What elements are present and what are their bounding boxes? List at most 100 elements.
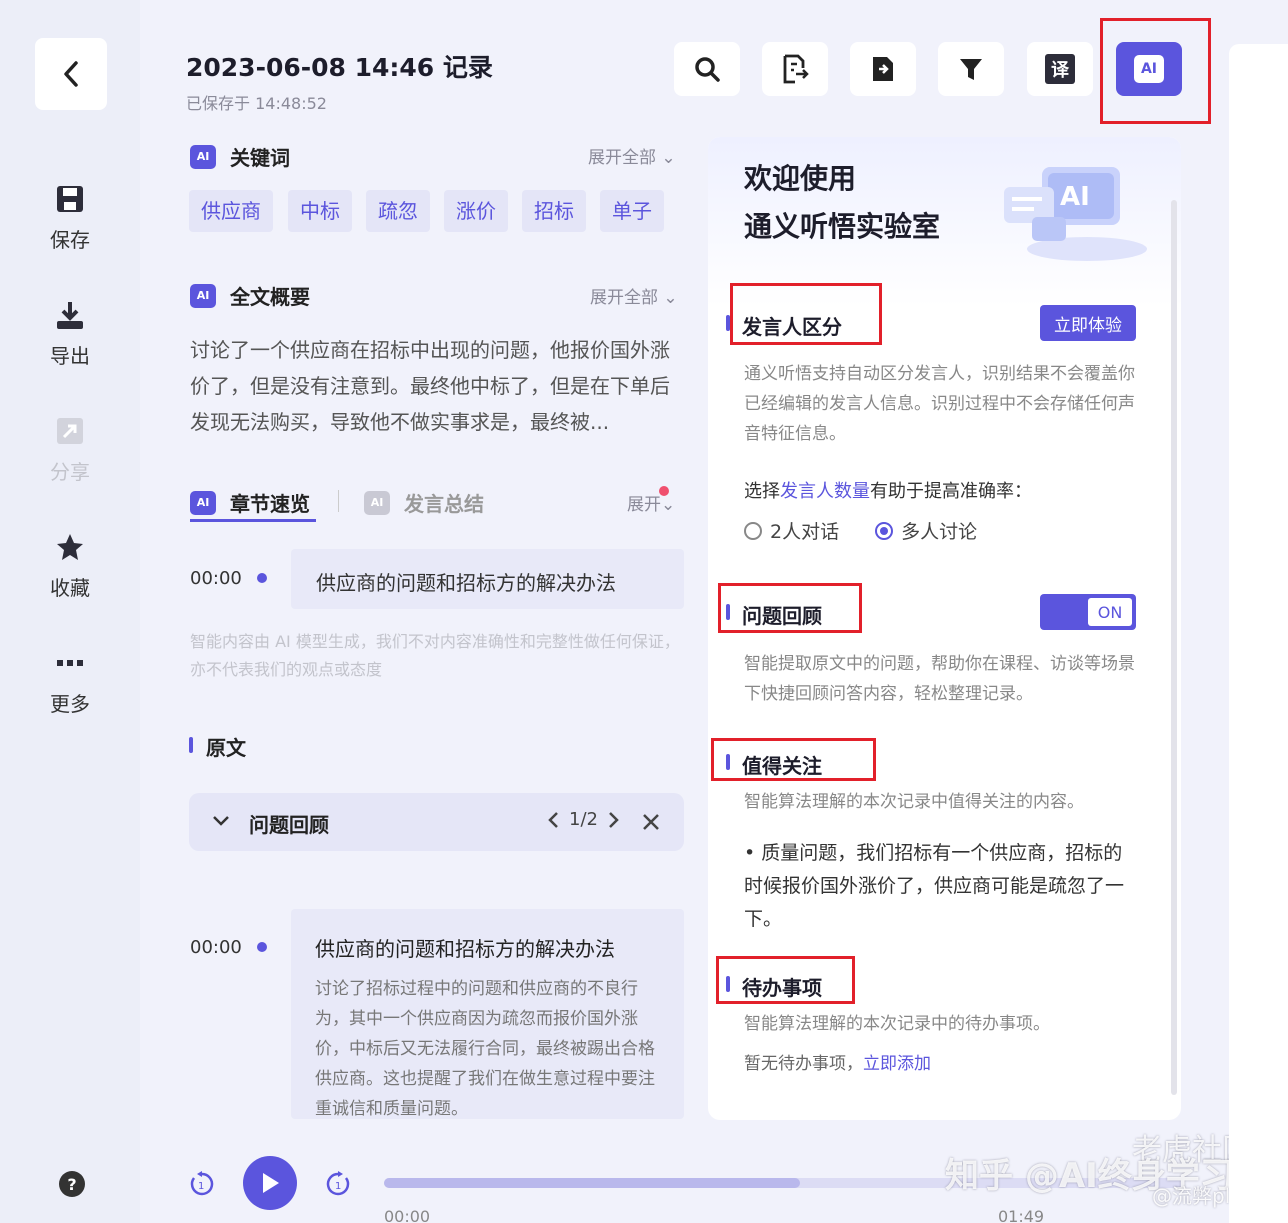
speaker-section-title: 发言人区分 <box>742 315 842 339</box>
ai-badge-icon: AI <box>190 283 216 308</box>
chapter-card[interactable]: 供应商的问题和招标方的解决办法 <box>291 549 684 609</box>
qa-review-bar: 问题回顾 1/2 <box>189 793 684 851</box>
favorite-button[interactable]: 收藏 <box>0 532 140 601</box>
sidebar: 保存 导出 分享 收藏 更多 ? <box>0 0 140 1223</box>
save-button[interactable]: 保存 <box>0 184 140 253</box>
time-end: 01:49 <box>998 1207 1045 1223</box>
notification-dot <box>659 486 669 496</box>
radio-two-person[interactable] <box>744 521 762 540</box>
save-icon <box>57 186 83 212</box>
more-button[interactable]: 更多 <box>0 648 140 717</box>
qa-section-title: 问题回顾 <box>742 604 822 628</box>
summary-expand-button[interactable]: 展开全部 ⌄ <box>590 283 678 308</box>
section-marker <box>726 754 730 770</box>
more-label: 更多 <box>50 692 90 716</box>
chevron-down-icon: ⌄ <box>661 148 676 168</box>
focus-section-title: 值得关注 <box>742 754 822 778</box>
chevron-right-icon[interactable] <box>608 811 620 829</box>
chevron-down-icon[interactable] <box>211 811 231 831</box>
svg-text:1: 1 <box>335 1181 341 1192</box>
active-tab-indicator <box>190 519 316 522</box>
transcript-title: 供应商的问题和招标方的解决办法 <box>315 937 615 961</box>
panel-scrollbar[interactable] <box>1171 200 1177 1095</box>
chevron-down-icon: ⌄ <box>663 288 678 308</box>
chapters-expand-label: 展开 <box>627 495 661 515</box>
ai-puzzle-icon: AI <box>1134 55 1164 83</box>
forward-icon[interactable]: 1 <box>324 1170 352 1198</box>
document-replace-icon <box>783 54 809 84</box>
keywords-expand-label: 展开全部 <box>588 148 656 168</box>
choose-prefix: 选择 <box>744 481 780 502</box>
todo-empty-text: 暂无待办事项， <box>744 1054 863 1074</box>
keyword-chip[interactable]: 中标 <box>288 190 352 232</box>
saved-status: 已保存于 14:48:52 <box>186 94 327 113</box>
todo-empty-line: 暂无待办事项，立即添加 <box>744 1049 931 1074</box>
keyword-chip[interactable]: 供应商 <box>189 190 273 232</box>
back-button[interactable] <box>35 38 107 110</box>
chapter-title: 供应商的问题和招标方的解决办法 <box>316 571 616 595</box>
share-button[interactable]: 分享 <box>0 416 140 485</box>
ai-lab-button[interactable]: AI <box>1116 42 1182 96</box>
chevron-left-icon <box>64 61 78 87</box>
focus-item[interactable]: • 质量问题，我们招标有一个供应商，招标的时候报价国外涨价了，供应商可能是疏忽了… <box>744 837 1124 936</box>
focus-desc: 智能算法理解的本次记录中值得关注的内容。 <box>744 792 1084 812</box>
choose-highlight: 发言人数量 <box>780 481 870 502</box>
keyword-chip[interactable]: 疏忽 <box>366 190 430 232</box>
search-button[interactable] <box>674 42 740 96</box>
filter-button[interactable] <box>938 42 1004 96</box>
more-icon <box>57 660 83 666</box>
summary-text: 讨论了一个供应商在招标中出现的问题，他报价国外涨价了，但是没有注意到。最终他中标… <box>190 338 670 434</box>
speaker-count-prompt: 选择发言人数量有助于提高准确率： <box>744 477 1032 503</box>
add-todo-link[interactable]: 立即添加 <box>863 1054 931 1074</box>
chapters-tab[interactable]: AI 章节速览 <box>190 488 310 517</box>
play-button[interactable] <box>243 1156 297 1210</box>
speaker-summary-tab-label: 发言总结 <box>404 492 484 516</box>
todo-desc: 智能算法理解的本次记录中的待办事项。 <box>744 1014 1050 1034</box>
qa-review-toggle[interactable]: ON <box>1040 594 1136 630</box>
section-marker <box>726 604 730 620</box>
svg-text:1: 1 <box>198 1181 204 1192</box>
export-button[interactable]: 导出 <box>0 300 140 369</box>
choose-suffix: 有助于提高准确率： <box>870 481 1032 502</box>
todo-section-title: 待办事项 <box>742 976 822 1000</box>
entry-time[interactable]: 00:00 <box>190 937 242 958</box>
translate-icon: 译 <box>1045 54 1075 84</box>
replace-button[interactable] <box>762 42 828 96</box>
download-icon <box>57 302 83 329</box>
qa-pager: 1/2 <box>547 809 620 830</box>
try-now-button[interactable]: 立即体验 <box>1040 305 1136 341</box>
chapter-time[interactable]: 00:00 <box>190 568 242 589</box>
option-two-label[interactable]: 2人对话 <box>770 517 839 544</box>
transcript-card[interactable]: 供应商的问题和招标方的解决办法 讨论了招标过程中的问题和供应商的不良行为，其中一… <box>291 909 684 1119</box>
keyword-chip[interactable]: 单子 <box>600 190 664 232</box>
keyword-chip[interactable]: 招标 <box>522 190 586 232</box>
ai-badge-icon: AI <box>364 490 390 515</box>
speaker-summary-tab[interactable]: AI 发言总结 <box>364 488 484 517</box>
time-start: 00:00 <box>384 1207 431 1223</box>
star-icon <box>57 534 83 560</box>
speaker-desc: 通义听悟支持自动区分发言人，识别结果不会覆盖你已经编辑的发言人信息。识别过程中不… <box>744 364 1135 444</box>
chapters-tab-label: 章节速览 <box>230 492 310 516</box>
export-doc-button[interactable] <box>850 42 916 96</box>
timeline-dot <box>257 573 267 583</box>
play-icon <box>263 1173 279 1193</box>
translate-button[interactable]: 译 <box>1027 42 1093 96</box>
radio-multi-person[interactable] <box>875 521 894 540</box>
hero-art-label: AI <box>1060 182 1090 212</box>
keyword-chip[interactable]: 涨价 <box>444 190 508 232</box>
toggle-knob: ON <box>1088 598 1132 626</box>
chevron-down-icon: ⌄ <box>661 495 676 515</box>
save-label: 保存 <box>50 228 90 252</box>
option-multi-label[interactable]: 多人讨论 <box>901 517 977 544</box>
rewind-icon[interactable]: 1 <box>188 1170 216 1198</box>
export-label: 导出 <box>50 344 90 368</box>
ai-chat-illustration-icon: AI <box>1004 167 1147 261</box>
favorite-label: 收藏 <box>50 576 90 600</box>
right-strip <box>1229 44 1288 1223</box>
close-icon[interactable] <box>641 812 661 832</box>
welcome-line-2: 通义听悟实验室 <box>744 210 941 243</box>
ai-disclaimer: 智能内容由 AI 模型生成，我们不对内容准确性和完整性做任何保证，亦不代表我们的… <box>190 632 680 679</box>
qa-pager-count: 1/2 <box>569 809 598 830</box>
keywords-expand-button[interactable]: 展开全部 ⌄ <box>588 143 676 168</box>
chevron-left-icon[interactable] <box>547 811 559 829</box>
